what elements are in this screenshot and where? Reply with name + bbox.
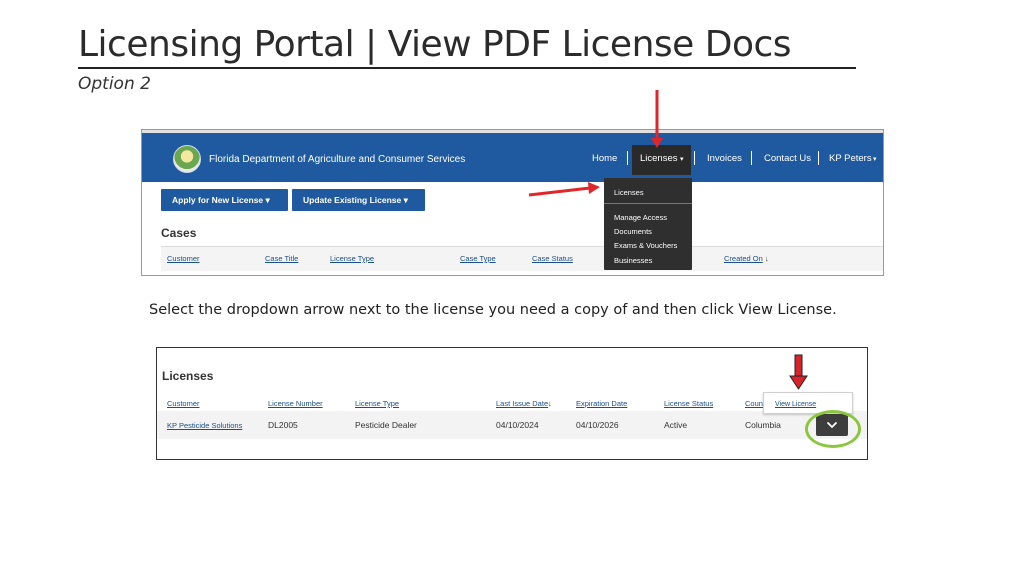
caret-down-icon: ▾: [263, 195, 270, 205]
menu-item-businesses[interactable]: Businesses: [614, 256, 652, 265]
lic-col-license-type[interactable]: License Type: [355, 399, 399, 408]
view-license-link[interactable]: View License: [775, 401, 816, 408]
row-license-status: Active: [664, 420, 688, 430]
sort-down-arrow-icon: ↓: [548, 399, 552, 408]
nav-separator: [627, 151, 628, 165]
apply-button-label: Apply for New License: [172, 195, 264, 205]
cases-col-license-type[interactable]: License Type: [330, 254, 374, 263]
update-button-label: Update Existing License: [303, 195, 402, 205]
nav-home[interactable]: Home: [592, 153, 617, 164]
lic-col-expiration-date[interactable]: Expiration Date: [576, 399, 627, 408]
cases-col-customer[interactable]: Customer: [167, 254, 200, 263]
seal-logo: [173, 145, 201, 173]
title-underline: [78, 67, 856, 69]
row-expiration-date: 04/10/2026: [576, 420, 619, 430]
cases-col-case-type[interactable]: Case Type: [460, 254, 496, 263]
sort-down-arrow-icon: ↓: [765, 254, 769, 263]
nav-separator: [694, 151, 695, 165]
menu-divider: [604, 203, 692, 204]
caret-down-icon: ▾: [873, 156, 877, 163]
portal-screenshot: Florida Department of Agriculture and Co…: [141, 129, 884, 276]
instruction-text: Select the dropdown arrow next to the li…: [149, 302, 837, 318]
nav-separator: [818, 151, 819, 165]
row-county: Columbia: [745, 420, 781, 430]
lic-col-last-issue-date[interactable]: Last Issue Date: [496, 399, 548, 408]
slide-subtitle: Option 2: [78, 74, 151, 94]
caret-down-icon: ▾: [401, 195, 408, 205]
licenses-heading: Licenses: [162, 369, 214, 383]
row-license-number: DL2005: [268, 420, 298, 430]
update-license-button[interactable]: Update Existing License ▾: [292, 189, 425, 211]
cases-col-case-status[interactable]: Case Status: [532, 254, 573, 263]
annotation-arrows: [528, 90, 808, 390]
row-last-issue-date: 04/10/2024: [496, 420, 539, 430]
menu-item-documents[interactable]: Documents: [614, 227, 652, 236]
licenses-dropdown-menu: Licenses Manage Access Documents Exams &…: [604, 178, 692, 270]
nav-contact[interactable]: Contact Us: [764, 153, 811, 164]
cases-heading: Cases: [161, 226, 197, 240]
row-customer[interactable]: KP Pesticide Solutions: [167, 421, 242, 430]
slide-title: Licensing Portal | View PDF License Docs: [78, 24, 792, 65]
cases-col-created-on[interactable]: Created On: [724, 254, 763, 263]
nav-licenses[interactable]: Licenses: [640, 153, 678, 164]
highlight-ring: [805, 410, 861, 448]
menu-item-manage-access[interactable]: Manage Access: [614, 213, 667, 222]
lic-col-license-number[interactable]: License Number: [268, 399, 323, 408]
menu-item-licenses[interactable]: Licenses: [614, 188, 644, 197]
lic-col-license-status[interactable]: License Status: [664, 399, 713, 408]
licenses-screenshot: Licenses Customer License Number License…: [156, 347, 868, 460]
nav-invoices[interactable]: Invoices: [707, 153, 742, 164]
lic-col-customer[interactable]: Customer: [167, 399, 200, 408]
menu-item-exams-vouchers[interactable]: Exams & Vouchers: [614, 241, 677, 250]
cases-col-case-title[interactable]: Case Title: [265, 254, 298, 263]
lic-col-county[interactable]: Coun: [745, 399, 763, 408]
nav-separator: [751, 151, 752, 165]
row-license-type: Pesticide Dealer: [355, 420, 417, 430]
portal-navbar: Florida Department of Agriculture and Co…: [142, 130, 883, 182]
caret-down-icon: ▾: [680, 156, 684, 163]
org-name: Florida Department of Agriculture and Co…: [209, 154, 466, 165]
nav-user-menu[interactable]: KP Peters: [829, 153, 872, 164]
apply-new-license-button[interactable]: Apply for New License ▾: [161, 189, 288, 211]
